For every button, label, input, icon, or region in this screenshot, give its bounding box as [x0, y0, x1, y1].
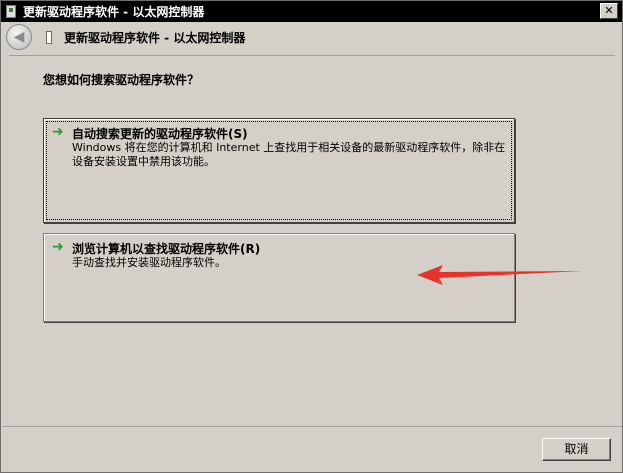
option-title: 自动搜索更新的驱动程序软件(S)	[72, 127, 248, 141]
footer-divider	[2, 426, 622, 427]
navigation-bar: ◀ 更新驱动程序软件 - 以太网控制器	[2, 22, 622, 54]
window-title: 更新驱动程序软件 - 以太网控制器	[23, 5, 205, 19]
dialog-window: 更新驱动程序软件 - 以太网控制器 ✕ ◀ 更新驱动程序软件 - 以太网控制器 …	[0, 0, 623, 473]
back-button[interactable]: ◀	[6, 24, 32, 50]
device-icon	[6, 5, 16, 18]
green-arrow-icon: ➜	[52, 124, 64, 140]
search-question: 您想如何搜索驱动程序软件？	[43, 73, 200, 87]
option-description: Windows 将在您的计算机和 Internet 上查找用于相关设备的最新驱动…	[72, 141, 506, 168]
close-button[interactable]: ✕	[600, 3, 618, 19]
annotation-arrow-icon	[417, 265, 583, 285]
green-arrow-icon: ➜	[52, 239, 64, 255]
device-icon	[46, 31, 52, 44]
page-title: 更新驱动程序软件 - 以太网控制器	[64, 31, 246, 45]
cancel-button[interactable]: 取消	[542, 438, 611, 461]
title-bar[interactable]: 更新驱动程序软件 - 以太网控制器 ✕	[1, 1, 622, 22]
option-title: 浏览计算机以查找驱动程序软件(R)	[72, 242, 261, 256]
auto-search-option[interactable]: ➜ 自动搜索更新的驱动程序软件(S) Windows 将在您的计算机和 Inte…	[43, 118, 515, 223]
